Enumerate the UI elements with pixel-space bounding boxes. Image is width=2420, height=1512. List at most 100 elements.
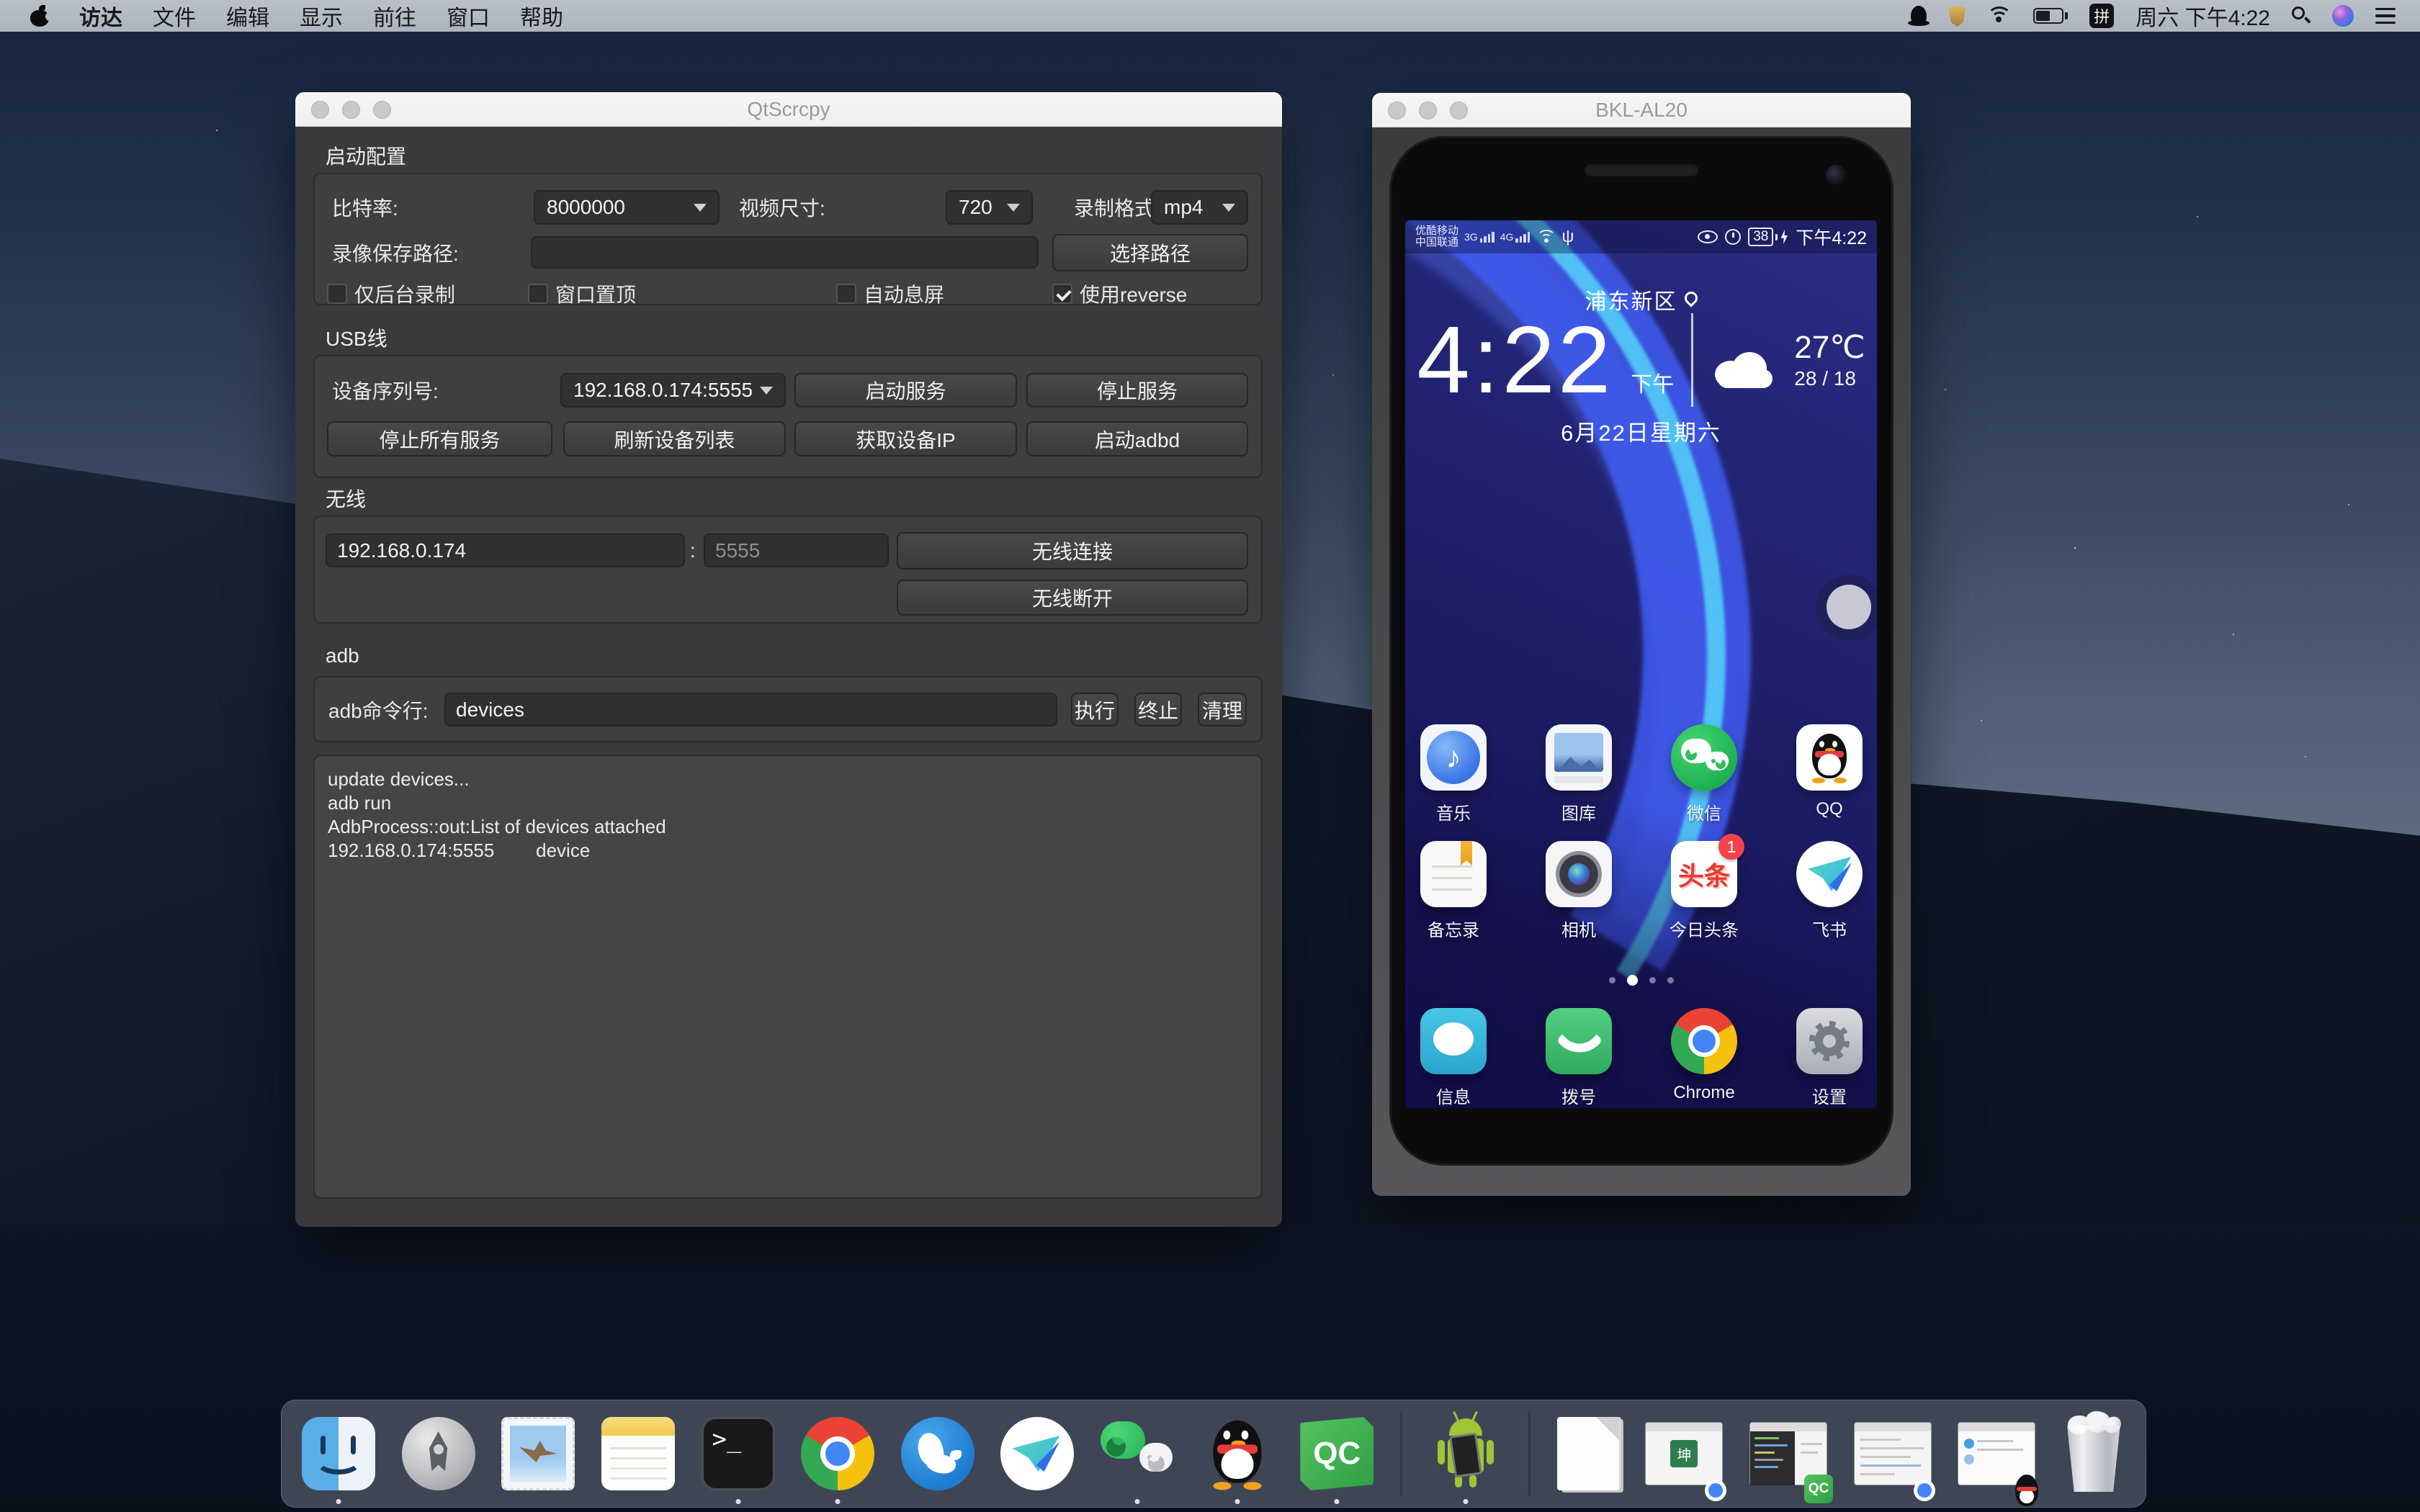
terminal-icon: >_ — [702, 1417, 775, 1490]
close-button[interactable] — [1388, 102, 1406, 120]
menu-item-window[interactable]: 窗口 — [447, 0, 490, 32]
log-output[interactable]: update devices... adb run AdbProcess::ou… — [313, 755, 1263, 1199]
wireless-port-input[interactable] — [704, 534, 889, 567]
network-4g-label: 4G — [1500, 231, 1514, 243]
checkbox-screen-off[interactable]: 自动息屏 — [836, 279, 944, 308]
android-robot-icon — [1429, 1417, 1502, 1490]
traffic-lights — [311, 101, 391, 119]
stop-all-services-button[interactable]: 停止所有服务 — [327, 421, 552, 456]
menu-item-file[interactable]: 文件 — [153, 0, 196, 32]
app-camera[interactable]: 相机 — [1531, 841, 1627, 941]
dock-minimized-code-window[interactable]: QC — [1749, 1400, 1827, 1508]
checkbox-always-on-top[interactable]: 窗口置顶 — [528, 279, 636, 308]
app-wechat[interactable]: 微信 — [1656, 724, 1752, 824]
input-method-icon[interactable]: 拼 — [2089, 4, 2114, 28]
qtscrcpy-titlebar[interactable]: QtScrcpy — [295, 92, 1282, 127]
start-adbd-button[interactable]: 启动adbd — [1026, 421, 1248, 456]
adb-stop-button[interactable]: 终止 — [1134, 693, 1182, 726]
chevron-down-icon — [1007, 204, 1020, 212]
app-label: 信息 — [1436, 1083, 1471, 1108]
zoom-button[interactable] — [373, 101, 391, 119]
bitrate-value: 8000000 — [547, 196, 625, 219]
video-size-combobox[interactable]: 720 — [946, 190, 1033, 225]
menu-item-edit[interactable]: 编辑 — [226, 0, 269, 32]
bitrate-combobox[interactable]: 8000000 — [534, 190, 720, 225]
siri-icon[interactable] — [2332, 5, 2354, 27]
qq-status-icon[interactable] — [1911, 6, 1927, 26]
app-settings[interactable]: 设置 — [1781, 1008, 1877, 1108]
checkbox-background-record[interactable]: 仅后台录制 — [327, 279, 455, 308]
get-device-ip-button[interactable]: 获取设备IP — [794, 421, 1017, 456]
wireless-connect-button[interactable]: 无线连接 — [897, 532, 1248, 570]
app-toutiao[interactable]: 头条 1 今日头条 — [1656, 841, 1752, 941]
dock-finder[interactable] — [302, 1400, 375, 1508]
dock-qtscrcpy[interactable] — [1429, 1400, 1502, 1508]
app-chrome[interactable]: Chrome — [1656, 1008, 1752, 1108]
wireless-ip-input[interactable] — [326, 534, 685, 567]
app-gallery[interactable]: 图库 — [1531, 724, 1627, 824]
dock-wechat[interactable] — [1101, 1400, 1174, 1508]
dock-notes[interactable] — [601, 1400, 675, 1508]
app-label: 拨号 — [1561, 1083, 1596, 1108]
serial-combobox[interactable]: 192.168.0.174:5555 — [560, 373, 786, 408]
refresh-devices-button[interactable]: 刷新设备列表 — [563, 421, 786, 456]
menu-item-finder[interactable]: 访达 — [79, 0, 122, 32]
notification-center-icon[interactable] — [2375, 8, 2396, 24]
menu-bar-clock[interactable]: 周六 下午4:22 — [2136, 0, 2270, 32]
dock-launchpad[interactable] — [402, 1400, 475, 1508]
menu-item-view[interactable]: 显示 — [300, 0, 343, 32]
record-path-input[interactable] — [531, 236, 1039, 269]
app-music[interactable]: ♪ 音乐 — [1405, 724, 1502, 824]
clock-date: 6月22日星期六 — [1405, 415, 1877, 447]
dock-minimized-page-window[interactable]: 坤 — [1645, 1400, 1723, 1508]
choose-path-button[interactable]: 选择路径 — [1052, 234, 1248, 271]
dock-minimized-qq-window[interactable] — [1958, 1400, 2035, 1508]
battery-status-icon[interactable] — [2033, 8, 2068, 24]
dock-documents[interactable] — [1557, 1400, 1619, 1508]
dock-qtcreator[interactable]: QC — [1300, 1400, 1373, 1508]
app-qq[interactable]: QQ — [1781, 724, 1877, 824]
wireless-disconnect-button[interactable]: 无线断开 — [897, 580, 1248, 616]
dock-chrome[interactable] — [801, 1400, 874, 1508]
dock-sealion-app[interactable] — [901, 1400, 974, 1508]
dock-feishu[interactable] — [1000, 1400, 1074, 1508]
dock-qq[interactable] — [1201, 1400, 1274, 1508]
app-dialer[interactable]: 拨号 — [1531, 1008, 1627, 1108]
temperature: 27℃ — [1794, 329, 1865, 366]
app-messages[interactable]: 信息 — [1405, 1008, 1502, 1108]
traffic-lights — [1388, 102, 1468, 120]
adb-clear-button[interactable]: 清理 — [1198, 693, 1247, 726]
divider — [1691, 313, 1693, 407]
stop-service-button[interactable]: 停止服务 — [1026, 373, 1248, 408]
clock-widget[interactable]: 4:22 下午 27℃ 28 / 18 — [1405, 305, 1877, 414]
start-service-button[interactable]: 启动服务 — [794, 373, 1017, 408]
zoom-button[interactable] — [1450, 102, 1468, 120]
minimize-button[interactable] — [342, 101, 360, 119]
chrome-icon — [1671, 1008, 1737, 1074]
dock-terminal[interactable]: >_ — [702, 1400, 775, 1508]
wechat-icon — [1101, 1417, 1174, 1490]
app-feishu[interactable]: 飞书 — [1781, 841, 1877, 941]
menu-item-go[interactable]: 前往 — [373, 0, 416, 32]
dock-trash[interactable] — [2062, 1400, 2125, 1508]
dock-mail[interactable] — [501, 1400, 575, 1508]
apple-menu-icon[interactable] — [30, 5, 49, 27]
phone-screen[interactable]: 优酷移动 中国联通 3G 4G ψ 38 — [1405, 220, 1877, 1108]
assistive-touch-ball[interactable] — [1816, 575, 1877, 641]
dock-minimized-chrome-window[interactable] — [1854, 1400, 1932, 1508]
spotlight-icon[interactable] — [2292, 6, 2311, 25]
adb-cmd-input[interactable] — [444, 693, 1057, 726]
minimize-button[interactable] — [1419, 102, 1437, 120]
phone-window-titlebar[interactable]: BKL-AL20 — [1372, 93, 1911, 127]
wifi-status-icon[interactable] — [1987, 6, 2012, 25]
settings-gear-icon — [1796, 1008, 1863, 1074]
qtcreator-badge-icon: QC — [1804, 1475, 1833, 1503]
adb-run-button[interactable]: 执行 — [1071, 693, 1119, 726]
close-button[interactable] — [311, 101, 329, 119]
record-path-label: 录像保存路径: — [332, 235, 459, 271]
record-format-combobox[interactable]: mp4 — [1151, 190, 1248, 225]
app-notes[interactable]: 备忘录 — [1405, 841, 1502, 941]
checkbox-use-reverse[interactable]: 使用reverse — [1052, 279, 1187, 308]
shield-status-icon[interactable] — [1948, 5, 1966, 27]
menu-item-help[interactable]: 帮助 — [520, 0, 563, 32]
